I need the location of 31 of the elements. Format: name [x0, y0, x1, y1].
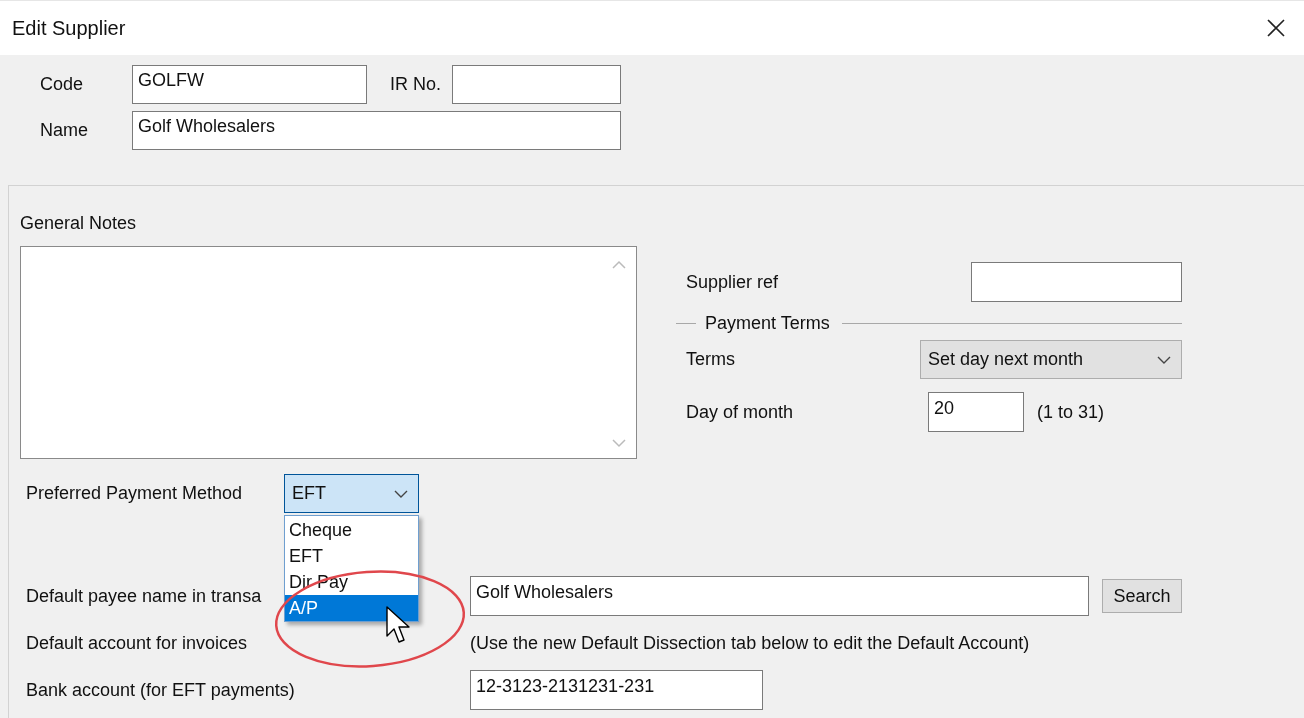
payment-method-dropdown[interactable]: EFT	[284, 474, 419, 513]
bank-account-field[interactable]: 12-3123-2131231-231	[470, 670, 763, 710]
dropdown-option[interactable]: Cheque	[285, 517, 418, 543]
name-label: Name	[40, 120, 89, 141]
payee-field[interactable]: Golf Wholesalers	[470, 576, 1089, 616]
chevron-down-icon	[394, 489, 408, 498]
range-hint: (1 to 31)	[1037, 401, 1105, 423]
chevron-down-icon	[1157, 355, 1171, 364]
ir-no-field[interactable]	[452, 65, 621, 104]
payee-label: Default payee name in transa	[26, 585, 263, 607]
code-label: Code	[40, 74, 85, 95]
payment-terms-heading: Payment Terms	[705, 312, 830, 334]
day-of-month-label: Day of month	[686, 401, 794, 423]
dropdown-option[interactable]: EFT	[285, 543, 418, 569]
default-account-label: Default account for invoices	[26, 632, 249, 654]
window-title: Edit Supplier	[12, 16, 126, 40]
close-icon[interactable]	[1266, 18, 1286, 38]
day-of-month-field[interactable]: 20	[928, 392, 1025, 432]
ir-no-label: IR No.	[390, 74, 442, 95]
dropdown-option[interactable]: A/P	[285, 595, 418, 621]
supplier-ref-field[interactable]	[971, 262, 1182, 302]
supplier-ref-label: Supplier ref	[686, 271, 779, 293]
bank-account-label: Bank account (for EFT payments)	[26, 679, 296, 701]
code-field[interactable]: GOLFW	[132, 65, 367, 104]
terms-dropdown[interactable]: Set day next month	[920, 340, 1182, 379]
general-notes-label: General Notes	[20, 212, 138, 234]
terms-label: Terms	[686, 349, 735, 370]
name-field[interactable]: Golf Wholesalers	[132, 111, 621, 150]
default-account-note: (Use the new Default Dissection tab below to edit the Default Account)	[470, 632, 1030, 654]
search-button[interactable]: Search	[1102, 579, 1182, 613]
payment-method-label: Preferred Payment Method	[26, 483, 244, 504]
